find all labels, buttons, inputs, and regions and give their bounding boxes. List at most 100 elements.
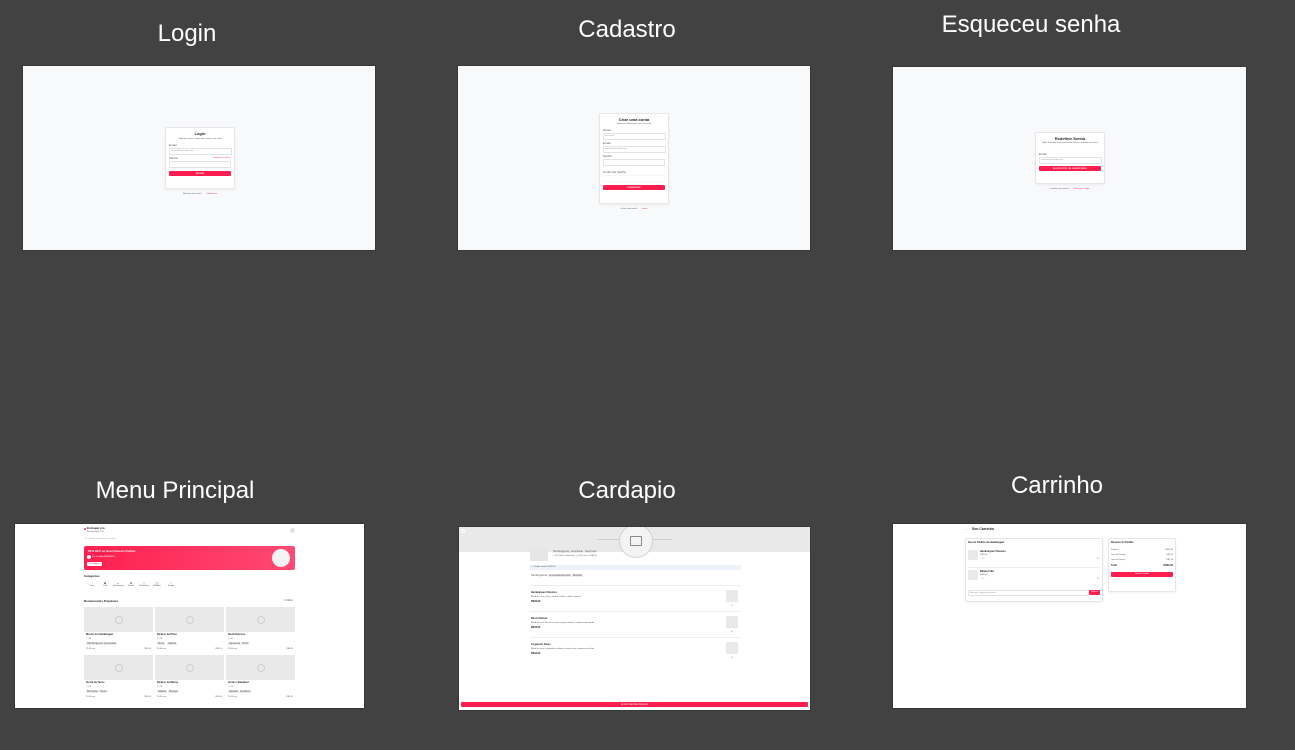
category-pizza[interactable]: ◔ Pizza (87, 582, 97, 588)
category-cafe[interactable]: ◙ Café (100, 582, 110, 588)
cadastro-password-label: Senha (603, 154, 612, 158)
restaurant-image (155, 655, 224, 680)
reset-card: Redefinir Senha Digite seu email e envia… (1035, 132, 1105, 190)
restaurant-name: Paraíso da Massa (157, 681, 178, 684)
restaurant-rating: ★ 4.7 (228, 638, 233, 640)
item-price: R$32,90 (531, 652, 541, 655)
restaurant-name: Mestre do Hambúrguer (86, 633, 114, 636)
login-email-field[interactable]: seuemail@exemplo.com (169, 148, 232, 155)
trash-icon[interactable]: ✕ (1097, 557, 1099, 561)
menu-item[interactable]: Hambúrguer Clássico Blend de carne, alfa… (530, 585, 741, 610)
login-signup-link[interactable]: Cadastre-se (206, 193, 217, 195)
category-frango[interactable]: ♪ Frango (166, 582, 176, 588)
delivery-fee: R$6,99 (286, 648, 293, 650)
cart-icon: ⊞ (621, 703, 624, 706)
login-password-label: Senha (169, 156, 178, 160)
categories-list: ◔ Pizza ◙ Café ◒ Hambúrguer ❀ Salada △ Sobrem… (87, 582, 187, 592)
menu-item[interactable]: Bacon Deluxe Blend de carne, bacon croca… (530, 611, 741, 636)
reset-email-field[interactable]: seuemail@exemplo.com (1039, 157, 1102, 164)
summary-row-label: Taxa de Serviço (1111, 559, 1126, 561)
category-sobremesa[interactable]: △ Sobremesa (139, 582, 149, 588)
min-order-notice: ⓘ Pedido mínimo: R$15,00 (530, 565, 741, 570)
restaurant-card[interactable]: Mestre do Hambúrguer ★ 4.8 Hambúrgueres … (84, 607, 153, 653)
filter-button[interactable]: ≡ Filtrar (284, 599, 293, 603)
restaurant-tag: Italiana (157, 690, 168, 693)
cadastro-submit-button[interactable]: Cadastrar (603, 185, 665, 190)
plus-icon[interactable]: + (983, 558, 984, 560)
cart-item: Hambúrguer Clássico R$29,90 − 1 + ✕ (968, 549, 1100, 565)
tab-bebidas[interactable]: Bebidas (572, 574, 584, 577)
restaurant-card[interactable]: Sushi Express ★ 4.7 Japonesa Sushi 35-45… (226, 607, 295, 653)
restaurant-tag: Saudável (239, 690, 252, 693)
quantity-stepper[interactable]: − 1 + (980, 578, 985, 580)
cart-item: Batata Frita R$12,90 − 1 + ✕ (968, 569, 1100, 585)
restaurant-rating: ★ 4.3 (228, 686, 233, 688)
cadastro-card: Criar uma conta Digite seus dados para c… (599, 113, 669, 210)
category-bebidas[interactable]: ◫ Bebidas (152, 582, 162, 588)
reset-back-link[interactable]: Voltar para o login (1074, 188, 1090, 190)
frame-title-login: Login (157, 20, 217, 47)
location-value[interactable]: Rua Exemplo, 123 (87, 531, 103, 533)
restaurant-tag: Americana (103, 642, 117, 645)
delivery-time: 25-35 min (157, 696, 166, 698)
promo-image (272, 549, 290, 567)
restaurant-tag: Massas (168, 690, 179, 693)
restaurant-tag: Fast Food (584, 550, 598, 553)
image-placeholder-icon (115, 616, 123, 624)
trash-icon[interactable]: ✕ (1097, 577, 1099, 581)
cadastro-name-label: Nome (603, 128, 612, 132)
avatar[interactable] (290, 528, 295, 533)
add-item-button[interactable]: + (731, 630, 733, 633)
rating-value: 4.8 (88, 638, 92, 640)
add-item-button[interactable]: + (731, 604, 733, 607)
cart-item-price: R$29,90 (980, 554, 988, 556)
summary-title: Resumo do Pedido (1111, 541, 1134, 544)
cadastro-login-link[interactable]: Entrar (642, 208, 647, 210)
summary-row-value: R$5,99 (1166, 554, 1173, 556)
rating-value: 4.3 (230, 686, 234, 688)
tab-acompanhamentos[interactable]: Acompanhamentos (548, 574, 572, 577)
restaurant-card[interactable]: Paraíso da Massa ★ 4.4 Italiana Massas 2… (155, 655, 224, 701)
reset-submit-button[interactable]: Enviar link de redefinição (1039, 166, 1101, 171)
reset-subtitle: Digite seu email e enviaremos um link pa… (1042, 142, 1098, 144)
reset-email-label: Email (1039, 152, 1047, 156)
cadastro-password-field[interactable] (603, 159, 665, 166)
cadastro-email-field[interactable]: seuemail@exemplo.com (603, 146, 666, 153)
restaurant-tag: Tacos (99, 690, 108, 693)
item-image (726, 590, 738, 602)
item-price: R$34,90 (531, 626, 541, 629)
login-forgot-link[interactable]: Esqueceu a senha? (213, 157, 231, 159)
back-button[interactable]: ‹ (461, 529, 465, 533)
promo-tag-icon (87, 555, 91, 559)
delivery-fee: R$5,49 (215, 696, 222, 698)
cover-line-right (650, 539, 672, 540)
apply-promo-button[interactable]: Aplicar (1089, 590, 1100, 595)
plus-icon[interactable]: + (983, 578, 984, 580)
order-summary-card: Resumo do Pedido Subtotal R$42,80 Taxa d… (1108, 538, 1176, 592)
add-item-button[interactable]: + (731, 656, 733, 659)
view-cart-button[interactable]: ⊞ Ver Carrinho (0 itens) (461, 702, 808, 707)
promo-order-button[interactable]: Pedir Agora (87, 562, 102, 566)
promo-code-input[interactable]: Adicionar código promocional (968, 590, 1089, 596)
tab-hamburgueres[interactable]: Hambúrgueres (530, 574, 549, 577)
promo-subtitle: Use o código BEMVINDO (92, 556, 115, 558)
cadastro-confirm-field[interactable] (603, 175, 665, 182)
quantity-stepper[interactable]: − 1 + (980, 558, 985, 560)
login-submit-button[interactable]: Entrar (169, 171, 231, 176)
restaurant-card[interactable]: Paraíso da Pizza ★ 4.6 Pizza Italiana 30… (155, 607, 224, 653)
restaurant-tag: Italiana (167, 642, 178, 645)
restaurant-card[interactable]: Verde e Saudável ★ 4.3 Saladas Saudável … (226, 655, 295, 701)
delivery-time: 25-35 min (86, 648, 95, 650)
summary-total-label: Total (1111, 564, 1117, 567)
login-password-field[interactable] (169, 161, 231, 168)
menu-item[interactable]: Cogumelo Suíço Blend de carne, cogumelos… (530, 637, 741, 662)
restaurant-card[interactable]: Fiesta de Tacos ★ 4.5 Mexicana Tacos 20-… (84, 655, 153, 701)
restaurant-tag: Hambúrgueres (552, 550, 571, 553)
category-hamburguer[interactable]: ◒ Hambúrguer (113, 582, 124, 588)
search-bar[interactable]: ⌕ Buscar restaurantes ou pratos (84, 537, 295, 541)
cadastro-name-field[interactable]: Seu nome (603, 133, 666, 140)
category-salada[interactable]: ❀ Salada (126, 582, 136, 588)
restaurant-tag: Hambúrgueres (86, 642, 105, 645)
checkout-button[interactable]: Finalizar Pedido (1111, 572, 1173, 577)
back-arrow-icon[interactable]: ← (965, 528, 968, 531)
